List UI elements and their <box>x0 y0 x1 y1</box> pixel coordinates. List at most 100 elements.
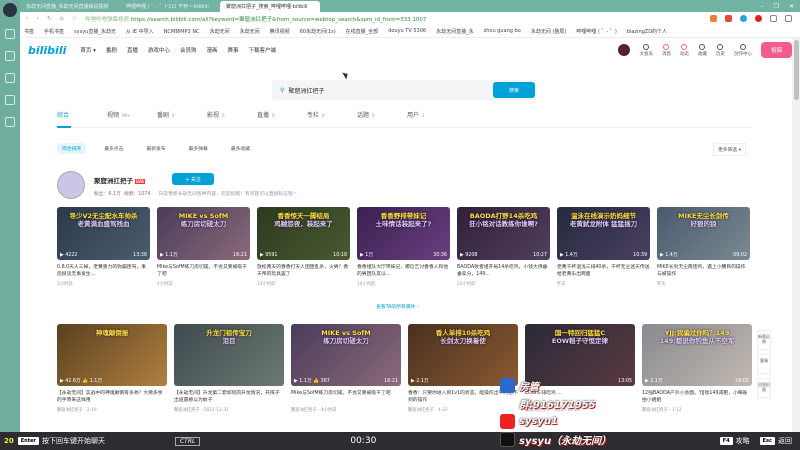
bookmark-item[interactable]: 永劫无间 <box>210 28 230 35</box>
sort-option[interactable]: 最多点击 <box>99 143 128 154</box>
tab-0[interactable]: 综合 <box>57 110 107 128</box>
scrollbar[interactable] <box>792 38 800 433</box>
video-thumbnail[interactable]: 香香野排带妹记 土味情话装起来了? ▶ 1万 30:36 <box>357 207 450 260</box>
tab-3[interactable]: 影视 0 <box>207 110 257 127</box>
reload-icon[interactable]: ↻ <box>47 15 52 22</box>
bookmark-item[interactable]: NCM转MP3 NC <box>164 28 200 35</box>
nav-item[interactable]: 番剧 <box>106 46 117 54</box>
view-all-videos-link[interactable]: 查看TA的所有稿件 › <box>376 303 419 310</box>
video-title[interactable]: Mike与SofM练刀房切磋，不会又要被吸干了吧 <box>157 264 250 279</box>
header-icon-button[interactable]: 收藏 <box>698 43 707 57</box>
video-thumbnail[interactable]: YJJ:我骗过你吗？149 149:都说你钓鱼从不空军 ▶ 2.1万 29:05 <box>642 324 752 386</box>
video-thumbnail[interactable]: MIKE vs SofM 练刀房切磋太刀 ▶ 1.1万 👍 367 16:21 <box>291 324 401 386</box>
header-icon-button[interactable]: 消息 <box>662 43 671 57</box>
bookmark-item[interactable]: 永劫无间 (整局) <box>531 28 567 35</box>
extension-icon[interactable] <box>725 15 732 22</box>
video-title[interactable]: MIKE长剑无尘两连鸡，遇上小腰目的操作与被操作 <box>657 264 750 279</box>
nav-item[interactable]: 赛事 <box>227 46 238 54</box>
bookmark-item[interactable]: 从 IE 中导入 <box>126 28 154 35</box>
back-icon[interactable]: ‹ <box>26 15 28 22</box>
more-filter-button[interactable]: 更多筛选 ▾ <box>713 143 747 156</box>
bookmark-item[interactable]: douyu TV 5306 <box>388 28 426 34</box>
nav-item[interactable]: 下载客户端 <box>248 46 276 54</box>
home-icon[interactable]: ⌂ <box>60 15 64 22</box>
video-card[interactable]: 导少V2无尘配水车帅杀 老黄满血盛驾残血 ▶ 4222 13:36 0.8.0天人三掉，… <box>57 207 150 287</box>
url-text[interactable]: 哔哩哔哩弹幕视频 https://search.bilibili.com/all… <box>85 15 426 23</box>
bilibili-logo[interactable]: bilibili <box>28 44 66 57</box>
video-title[interactable]: 【永劫无间】升龙第二套如何的升龙情况，开挥子出道震撼以为蚊子 <box>174 390 284 405</box>
video-thumbnail[interactable]: MIKE vs SofM 练刀房切磋太刀 ▶ 1.1万 16:21 <box>157 207 250 260</box>
sidebar-icon[interactable] <box>5 73 15 83</box>
header-icon-button[interactable]: 历史 <box>716 43 725 57</box>
upload-button[interactable]: 投稿 <box>760 42 792 58</box>
video-card[interactable]: 香香惊天一脚结局 鸡贼怨夜，装起来了 ▶ 9591 10:18 放松两天的香香打天人困困… <box>257 207 350 287</box>
header-icon-button[interactable]: 动态 <box>680 43 689 57</box>
video-thumbnail[interactable]: BAODA打野14杀吃鸡 狂小铭对话教练你谁啊? ▶ 9208 10:27 <box>457 207 550 260</box>
user-avatar[interactable] <box>618 44 631 56</box>
old-version-button[interactable]: 回到旧版 <box>757 378 771 398</box>
extension-icon[interactable] <box>710 15 717 22</box>
extension-icon[interactable] <box>755 15 762 22</box>
browser-tab[interactable]: 永劫无间直播_永劫无间直播解说视频 <box>20 1 120 12</box>
customer-service-button[interactable]: 客服 <box>757 354 771 374</box>
bookmark-item[interactable]: 60永劫无间(1s) <box>300 28 336 35</box>
nav-item[interactable]: 首页 ▾ <box>80 46 96 54</box>
sort-option[interactable]: 综合排序 <box>57 143 87 154</box>
video-title[interactable]: 香香组队大厅带妹记，嘟信乞讨香香人和他的男团队友以... <box>357 264 450 279</box>
bookmark-item[interactable]: 腾讯视频 <box>270 28 290 35</box>
download-icon[interactable] <box>770 15 777 22</box>
video-card[interactable]: 神魂颠倒振 ▶ 42.6万 👍 1.1万【永劫无间】实战中的神魂颠倒有多帅？大佛多… <box>57 324 167 413</box>
nav-item[interactable]: 会员购 <box>180 46 197 54</box>
video-card[interactable]: BAODA打野14杀吃鸡 狂小铭对话教练你谁啊? ▶ 9208 10:27 BAODA败… <box>457 207 550 287</box>
bookmark-item[interactable]: zhou guang bo <box>484 28 521 34</box>
search-button[interactable]: 搜索 <box>493 82 535 98</box>
video-title[interactable]: 12强BAODA户外小会面，YJJ劝149减肥，小细雀拍小姐姐 <box>642 390 752 405</box>
video-thumbnail[interactable]: 温泳在线演示奶妈细节 老黄弑龙附体 猛猛插刀 ▶ 1.4万 10:39 <box>557 207 650 260</box>
feedback-button[interactable]: 新版反馈 <box>757 330 771 350</box>
sidebar-icon[interactable] <box>5 51 15 61</box>
maximize-icon[interactable]: ❐ <box>774 3 779 10</box>
extension-icon[interactable] <box>740 15 747 22</box>
tab-5[interactable]: 专栏 0 <box>307 110 357 127</box>
video-card[interactable]: YJJ:我骗过你吗？149 149:都说你钓鱼从不空军 ▶ 2.1万 29:05 12强… <box>642 324 752 413</box>
video-card[interactable]: 香香野排带妹记 土味情话装起来了? ▶ 1万 30:36 香香组队大厅带妹记，嘟信乞讨香… <box>357 207 450 287</box>
video-thumbnail[interactable]: 升龙门祖传宝刀 泪目 <box>174 324 284 386</box>
bookmark-item[interactable]: 书签 <box>24 28 34 35</box>
minimize-icon[interactable]: – <box>761 3 764 10</box>
video-thumbnail[interactable]: 神魂颠倒振 ▶ 42.6万 👍 1.1万 <box>57 324 167 386</box>
video-title[interactable]: Mike与SofM练刀房切磋，不会又要被吸干了吧 <box>291 390 401 405</box>
search-input[interactable]: 聚窟洲扛把子 <box>288 86 324 95</box>
address-bar[interactable]: ‹ › ↻ ⌂ ☆ 哔哩哔哩弹幕视频 https://search.bilibili.c… <box>20 12 800 25</box>
header-icon-button[interactable]: 创作中心 <box>734 43 752 57</box>
tab-1[interactable]: 视频 99+ <box>107 110 157 127</box>
video-title[interactable]: 【永劫无间】实战中的神魂颠倒有多帅？大佛多余的手原来这样用 <box>57 390 167 405</box>
menu-icon[interactable] <box>785 15 792 22</box>
video-thumbnail[interactable]: 香香惊天一脚结局 鸡贼怨夜，装起来了 ▶ 9591 10:18 <box>257 207 350 260</box>
sidebar-icon[interactable] <box>5 95 15 105</box>
nav-item[interactable]: 漫画 <box>206 46 217 54</box>
video-card[interactable]: MIKE vs SofM 练刀房切磋太刀 ▶ 1.1万 16:21 Mike与SofM练… <box>157 207 250 287</box>
forward-icon[interactable]: › <box>36 15 38 22</box>
browser-tab-active[interactable]: 聚窟洲扛把子_搜索_哔哩哔哩-bilibili <box>220 1 320 12</box>
video-card[interactable]: MIKE无尘长剑传 好狠的狼 ▶ 1.4万 09:02 MIKE长剑无尘两连鸡，遇上小腰… <box>657 207 750 287</box>
video-thumbnail[interactable]: MIKE无尘长剑传 好狠的狼 ▶ 1.4万 09:02 <box>657 207 750 260</box>
nav-item[interactable]: 游戏中心 <box>148 46 170 54</box>
bookmark-item[interactable]: sysyu直播_永劫无 <box>74 28 116 35</box>
sort-option[interactable]: 最新发布 <box>141 143 170 154</box>
video-title[interactable]: 0.8.0天人三掉，老黄重力的驹蹦连驾，事后很谈无事发生... <box>57 264 150 279</box>
video-thumbnail[interactable]: 导少V2无尘配水车帅杀 老黄满血盛驾残血 ▶ 4222 13:36 <box>57 207 150 260</box>
star-icon[interactable]: ☆ <box>72 15 77 22</box>
user-name[interactable]: 聚窟洲扛把子 <box>94 177 133 185</box>
video-title[interactable]: 放松两天的香香打天人困困乱杀，火男？香天帝的玩具罢了 <box>257 264 350 279</box>
user-result-avatar[interactable] <box>57 171 85 199</box>
tab-7[interactable]: 用户 1 <box>407 110 457 127</box>
video-card[interactable]: 温泳在线演示奶妈细节 老黄弑龙附体 猛猛插刀 ▶ 1.4万 10:39 老黄干杯温浅三排… <box>557 207 650 287</box>
bookmark-item[interactable]: 永劫无间 <box>240 28 260 35</box>
tab-4[interactable]: 直播 0 <box>257 110 307 127</box>
user-result-name[interactable]: 聚窟洲扛把子 LV6 <box>94 175 145 185</box>
bookmark-item[interactable]: 永劫无间直播_永 <box>436 28 474 35</box>
bookmark-item[interactable]: 哔哩哔哩 ( ゜- ゜) <box>576 28 616 35</box>
sidebar-icon[interactable] <box>5 117 15 127</box>
video-card[interactable]: MIKE vs SofM 练刀房切磋太刀 ▶ 1.1万 👍 367 16:21 Mike… <box>291 324 401 413</box>
tab-6[interactable]: 话题 0 <box>357 110 407 127</box>
